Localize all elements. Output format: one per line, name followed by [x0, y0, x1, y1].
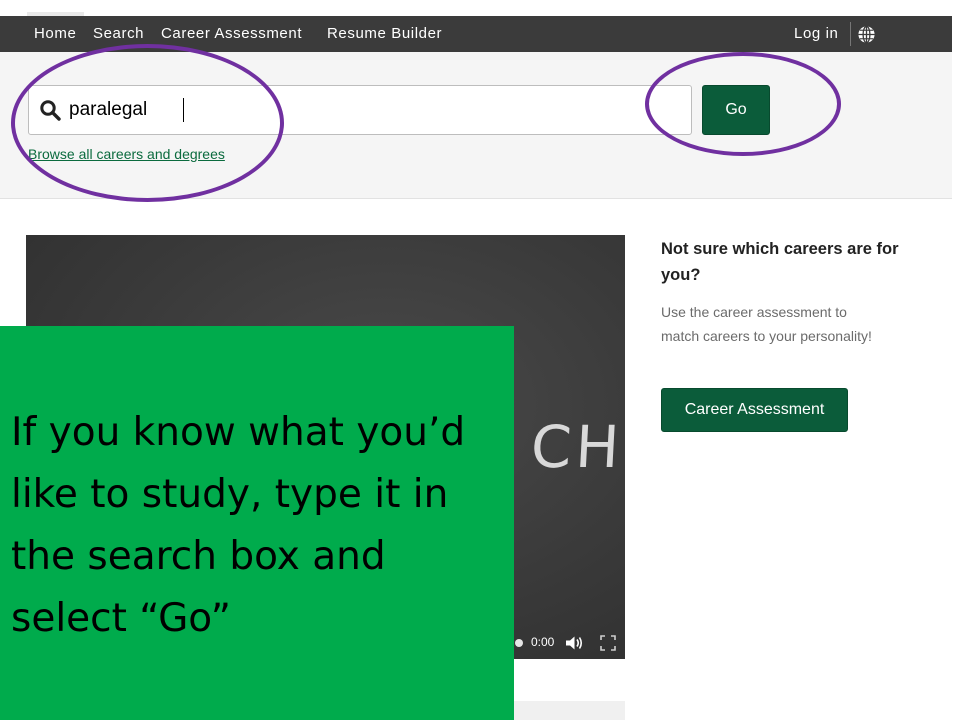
login-link[interactable]: Log in	[794, 16, 838, 52]
go-button[interactable]: Go	[702, 85, 770, 135]
nav-item-search[interactable]: Search	[93, 16, 144, 52]
career-assessment-button[interactable]: Career Assessment	[661, 388, 848, 432]
search-box[interactable]	[28, 85, 692, 135]
volume-icon[interactable]	[564, 633, 584, 653]
instruction-callout: If you know what you’d like to study, ty…	[0, 326, 514, 720]
chalkboard-text: CH	[529, 413, 625, 481]
promo-title: Not sure which careers are for you?	[661, 240, 899, 284]
callout-text: If you know what you’d like to study, ty…	[11, 410, 466, 641]
nav-divider	[850, 22, 851, 46]
video-time: 0:00	[531, 635, 555, 649]
globe-icon[interactable]	[857, 25, 876, 44]
progress-handle[interactable]	[515, 639, 523, 647]
browse-careers-link[interactable]: Browse all careers and degrees	[28, 146, 225, 162]
nav-item-career-assessment[interactable]: Career Assessment	[161, 16, 302, 52]
nav-item-home[interactable]: Home	[34, 16, 76, 52]
fullscreen-icon[interactable]	[599, 634, 617, 652]
promo-description: Use the career assessment to match caree…	[661, 304, 872, 344]
text-cursor	[183, 98, 184, 122]
top-strip	[0, 0, 960, 16]
top-navigation: Home Search Career Assessment Resume Bui…	[0, 16, 952, 52]
nav-item-resume-builder[interactable]: Resume Builder	[327, 16, 442, 52]
content-below-video	[514, 701, 625, 720]
search-section: Go Browse all careers and degrees	[0, 52, 952, 199]
search-icon	[40, 100, 61, 121]
search-input[interactable]	[69, 94, 669, 126]
